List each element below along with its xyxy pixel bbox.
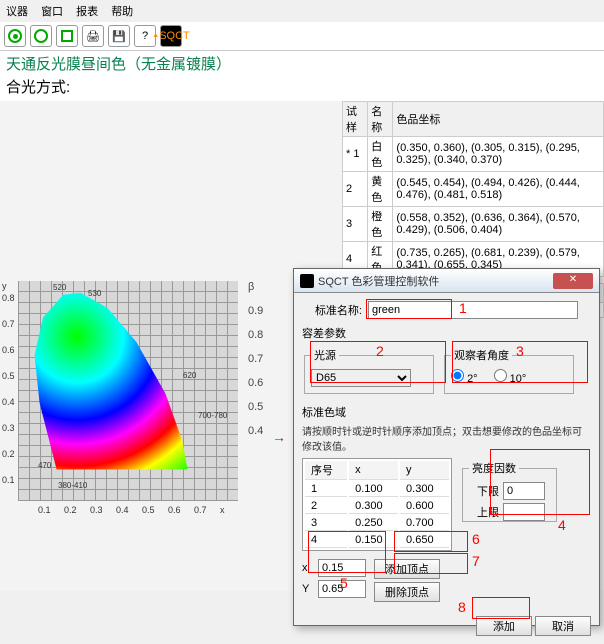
annotation-8: 8 <box>458 599 466 615</box>
page-subtitle: 合光方式: <box>0 76 604 101</box>
annotation-6: 6 <box>472 531 480 547</box>
page-title: 天通反光膜昼间色（无金属镀膜） <box>0 51 604 76</box>
table-row[interactable]: 3橙色(0.558, 0.352), (0.636, 0.364), (0.57… <box>343 207 604 242</box>
menu-window[interactable]: 窗口 <box>41 6 63 18</box>
col-coords: 色品坐标 <box>393 102 604 137</box>
app-icon <box>300 274 314 288</box>
main-area: 试样 名称 色品坐标 * 1白色(0.350, 0.360), (0.305, … <box>0 101 604 591</box>
standards-table: 试样 名称 色品坐标 * 1白色(0.350, 0.360), (0.305, … <box>342 101 604 277</box>
menu-help[interactable]: 帮助 <box>111 6 133 18</box>
table-row[interactable]: * 1白色(0.350, 0.360), (0.305, 0.315), (0.… <box>343 137 604 172</box>
sqct-dialog: SQCT 色彩管理控制软件 ✕ 标准名称: 容差参数 光源 D65 观察者角度 … <box>293 268 600 626</box>
annotation-3: 3 <box>516 343 524 359</box>
std-gamut-label: 标准色域 <box>302 404 591 420</box>
tool-circle-dot[interactable] <box>4 25 26 47</box>
redbox-4 <box>490 449 590 515</box>
table-row[interactable]: 30.2500.700 <box>305 516 449 531</box>
annotation-1: 1 <box>459 300 467 316</box>
menu-bar: 议器 窗口 报表 帮助 <box>0 0 604 22</box>
sqct-icon[interactable]: ▲SQCT <box>160 25 182 47</box>
annotation-7: 7 <box>472 553 480 569</box>
red-arrow-indicator: → <box>272 429 286 445</box>
redbox-6 <box>394 531 468 552</box>
redbox-7 <box>394 553 468 574</box>
menu-instrument[interactable]: 议器 <box>6 6 28 18</box>
tool-square[interactable] <box>56 25 78 47</box>
table-row[interactable]: 10.1000.300 <box>305 482 449 497</box>
menu-report[interactable]: 报表 <box>76 6 98 18</box>
annotation-2: 2 <box>376 343 384 359</box>
add-button[interactable]: 添加 <box>476 616 532 636</box>
std-name-label: 标准名称: <box>302 302 362 318</box>
print-icon[interactable]: 🖨 <box>82 25 104 47</box>
toolbar: 🖨 💾 ? ▲SQCT <box>0 22 604 51</box>
col-sample: 试样 <box>343 102 368 137</box>
redbox-1 <box>366 299 452 319</box>
tool-circle[interactable] <box>30 25 52 47</box>
cancel-button[interactable]: 取消 <box>535 616 591 636</box>
save-icon[interactable]: 💾 <box>108 25 130 47</box>
table-row[interactable]: 2黄色(0.545, 0.454), (0.494, 0.426), (0.44… <box>343 172 604 207</box>
annotation-4: 4 <box>558 517 566 533</box>
redbox-8 <box>472 597 530 619</box>
redbox-5 <box>308 531 386 573</box>
beta-axis: β0.90.8 0.70.60.5 0.4 <box>248 281 263 449</box>
delete-vertex-button[interactable]: 删除顶点 <box>374 582 440 602</box>
close-button[interactable]: ✕ <box>553 273 593 289</box>
annotation-5: 5 <box>340 575 348 591</box>
dialog-title: SQCT 色彩管理控制软件 <box>318 273 439 289</box>
cie-chart: y 0.8 0.7 0.6 0.5 0.4 0.3 0.2 0.1 520 53… <box>0 281 240 531</box>
col-name: 名称 <box>368 102 393 137</box>
table-row[interactable]: 20.3000.600 <box>305 499 449 514</box>
tolerance-label: 容差参数 <box>302 325 591 341</box>
dialog-titlebar: SQCT 色彩管理控制软件 ✕ <box>294 269 599 293</box>
